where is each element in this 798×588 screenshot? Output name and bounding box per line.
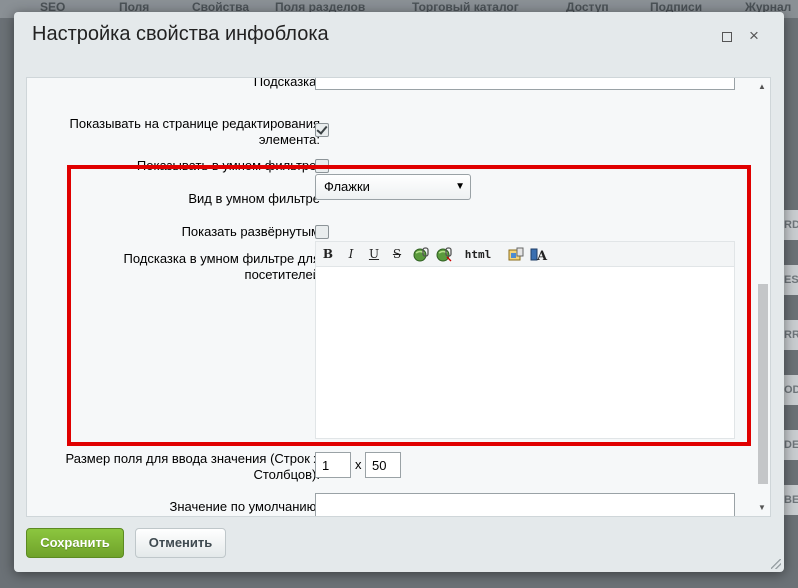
smart-filter-view-value: Флажки xyxy=(324,179,370,194)
dialog-content: Подсказка: Показывать на странице редакт… xyxy=(26,77,771,517)
show-expanded-label: Показать развёрнутым xyxy=(181,224,320,239)
insert-image-icon[interactable] xyxy=(508,247,524,262)
content-scrollbar[interactable]: ▲ ▼ xyxy=(756,78,770,516)
show-on-edit-checkbox[interactable] xyxy=(315,123,329,137)
show-expanded-checkbox[interactable] xyxy=(315,225,329,239)
bg-fragment: ES xyxy=(782,265,798,295)
field-size-separator: x xyxy=(355,457,362,472)
editor-toolbar: B I U S html A xyxy=(316,242,734,267)
close-icon[interactable]: × xyxy=(746,26,762,46)
svg-text:A: A xyxy=(536,249,548,262)
save-button[interactable]: Сохранить xyxy=(26,528,124,558)
bold-icon[interactable]: B xyxy=(322,246,334,263)
show-on-edit-label-line2: элемента: xyxy=(258,132,320,147)
smart-filter-hint-textarea[interactable] xyxy=(316,268,734,438)
smart-filter-hint-label-line2: посетителей xyxy=(244,267,320,282)
insert-link-icon[interactable] xyxy=(413,247,429,262)
default-value-label: Значение по умолчанию: xyxy=(169,499,320,514)
html-mode-icon[interactable]: html xyxy=(464,246,492,263)
smart-filter-hint-editor: B I U S html A xyxy=(315,241,735,439)
scroll-thumb[interactable] xyxy=(758,284,768,484)
dialog-title: Настройка свойства инфоблока xyxy=(32,23,329,45)
show-in-smart-filter-checkbox[interactable] xyxy=(315,159,329,173)
smart-filter-view-select[interactable]: Флажки ▼ xyxy=(315,174,471,200)
scroll-down-icon[interactable]: ▼ xyxy=(758,503,766,513)
underline-icon[interactable]: U xyxy=(368,246,380,263)
remove-link-icon[interactable] xyxy=(436,247,452,262)
show-on-edit-label-line1: Показывать на странице редактирования xyxy=(69,116,320,131)
italic-icon[interactable]: I xyxy=(345,246,357,263)
font-color-icon[interactable]: A xyxy=(530,247,548,264)
hint-input[interactable] xyxy=(315,78,735,90)
dropdown-arrow-icon: ▼ xyxy=(455,181,465,192)
field-size-label-line2: Столбцов): xyxy=(253,467,320,482)
field-rows-input[interactable] xyxy=(315,452,351,478)
field-size-label-line1: Размер поля для ввода значения (Строк x xyxy=(65,451,320,466)
show-in-smart-filter-label: Показывать в умном фильтре: xyxy=(136,158,320,173)
scroll-up-icon[interactable]: ▲ xyxy=(758,82,766,92)
smart-filter-view-label: Вид в умном фильтре xyxy=(188,191,320,206)
hint-label: Подсказка: xyxy=(253,77,320,89)
resize-handle-icon[interactable] xyxy=(771,559,781,569)
property-settings-dialog: Настройка свойства инфоблока × Подсказка… xyxy=(14,12,784,572)
maximize-icon[interactable] xyxy=(722,32,732,42)
bg-fragment: DE xyxy=(782,430,798,460)
cancel-button[interactable]: Отменить xyxy=(135,528,226,558)
bg-fragment: RR xyxy=(782,320,798,350)
strikethrough-icon[interactable]: S xyxy=(391,246,403,263)
bg-fragment: RD xyxy=(782,210,798,240)
default-value-input[interactable] xyxy=(315,493,735,516)
bg-fragment: OD xyxy=(782,375,798,405)
smart-filter-hint-label-line1: Подсказка в умном фильтре для xyxy=(123,251,320,266)
field-cols-input[interactable] xyxy=(365,452,401,478)
bg-fragment: BE xyxy=(782,485,798,515)
